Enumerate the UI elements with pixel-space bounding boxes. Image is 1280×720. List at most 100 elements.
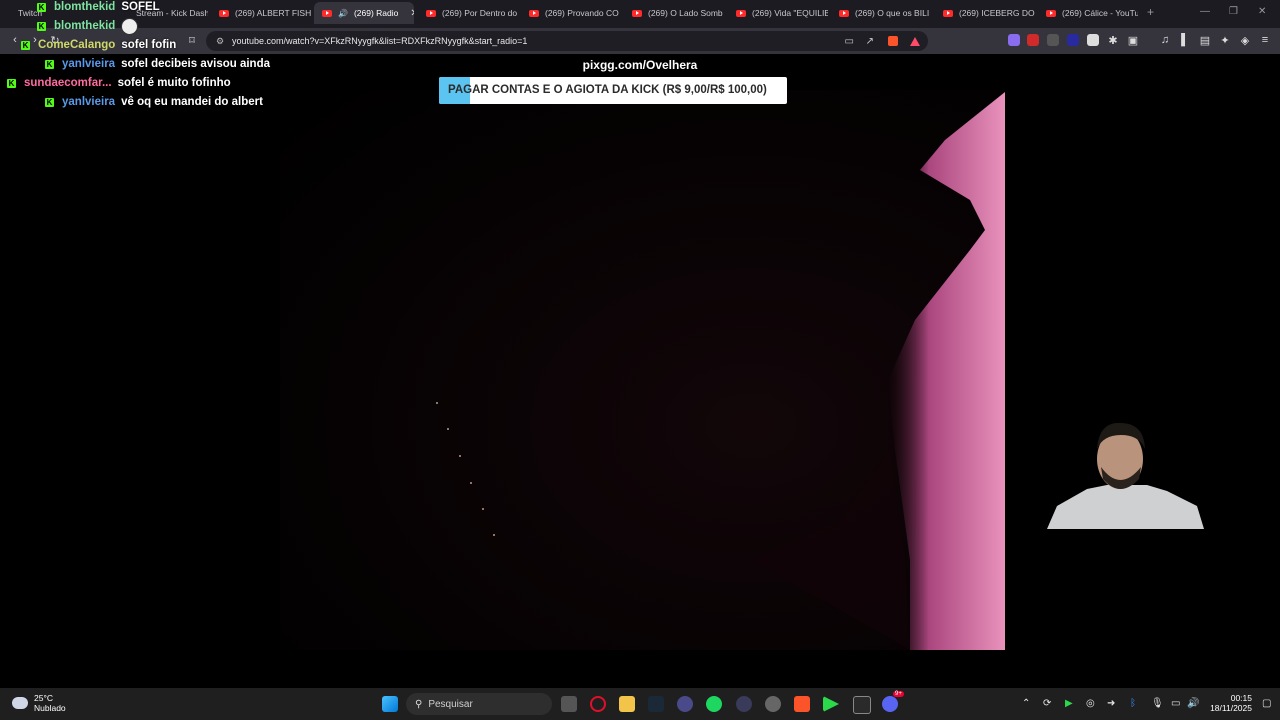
sidebar-icon[interactable]: ▌ — [1178, 33, 1192, 47]
weather-temp: 25°C — [34, 693, 53, 703]
weather-widget[interactable]: 25°C Nublado — [12, 693, 66, 713]
tab-vida-equilibrio[interactable]: (269) Vida "EQUILIB — [728, 2, 828, 24]
brave-rewards-icon[interactable] — [910, 36, 920, 46]
chat-message: K yanlvieira sofel decibeis avisou ainda — [45, 55, 270, 73]
taskbar: 25°C Nublado ⚲ Pesquisar 9+ ⌃ ⟳ ▶ ◎ ➜ ᛒ … — [0, 688, 1280, 720]
tab-por-dentro[interactable]: (269) Por Dentro do — [418, 2, 518, 24]
app-icon[interactable] — [736, 696, 752, 712]
search-placeholder: Pesquisar — [428, 698, 473, 710]
close-window-button[interactable]: ✕ — [1258, 6, 1266, 17]
spotify-icon[interactable] — [706, 696, 722, 712]
opera-icon[interactable] — [590, 696, 606, 712]
tab-label: (269) O Lado Somb — [648, 8, 723, 18]
tab-provando[interactable]: (269) Provando CO — [521, 2, 621, 24]
speaker-icon[interactable]: 🔊 — [338, 9, 348, 18]
start-button[interactable] — [382, 696, 398, 712]
tab-albert-fish[interactable]: (269) ALBERT FISH — [211, 2, 311, 24]
light-dot — [482, 508, 484, 510]
chat-username: yanlvieira — [62, 96, 116, 108]
task-view-icon[interactable] — [561, 696, 577, 712]
clock-time: 00:15 — [1230, 693, 1252, 703]
light-dot — [470, 482, 472, 484]
tab-bilionarios[interactable]: (269) O que os BILI — [831, 2, 931, 24]
app-icon[interactable] — [853, 696, 871, 714]
steam-icon[interactable] — [648, 696, 664, 712]
light-dot — [447, 428, 449, 430]
chat-message: K yanlvieira vê oq eu mandei do albert — [45, 93, 263, 111]
light-dot — [459, 455, 461, 457]
youtube-icon — [322, 9, 332, 17]
obs-icon[interactable] — [765, 696, 781, 712]
streamer-image — [1047, 421, 1204, 529]
light-dot — [493, 534, 495, 536]
tab-lado-sombrio[interactable]: (269) O Lado Somb — [624, 2, 724, 24]
maximize-button[interactable]: ❐ — [1229, 6, 1238, 17]
video-player[interactable] — [280, 90, 1005, 650]
tab-iceberg[interactable]: (269) ICEBERG DO — [935, 2, 1035, 24]
extension-icon[interactable] — [1027, 34, 1039, 46]
network-icon[interactable]: ▭ — [1171, 698, 1180, 709]
light-dot — [436, 402, 438, 404]
kick-badge-icon: K — [37, 21, 46, 31]
back-icon[interactable]: ‹ — [8, 33, 22, 47]
youtube-icon — [529, 9, 539, 17]
bookmark-icon[interactable]: ⌑ — [185, 33, 199, 47]
wallet-icon[interactable]: ▤ — [1198, 33, 1212, 47]
address-bar[interactable]: ⚙ youtube.com/watch?v=XFkzRNyygfk&list=R… — [206, 31, 928, 51]
extension-icon[interactable] — [1087, 34, 1099, 46]
brave-icon[interactable] — [794, 696, 810, 712]
extension-icon[interactable] — [1008, 34, 1020, 46]
tab-radio[interactable]: 🔊 (269) Radio ✕ — [314, 2, 414, 24]
chat-message: K sundaecomfar... sofel é muito fofinho — [7, 74, 231, 92]
close-icon[interactable]: ✕ — [410, 8, 414, 19]
kick-badge-icon: K — [7, 78, 16, 88]
tab-label: (269) Por Dentro do — [442, 8, 518, 18]
chevron-up-icon[interactable]: ⌃ — [1022, 698, 1030, 709]
kick-badge-icon: K — [45, 97, 54, 107]
brave-shields-icon[interactable] — [888, 36, 898, 46]
chat-text: sofel decibeis avisou ainda — [121, 58, 270, 70]
discord-badge: 9+ — [893, 691, 904, 697]
tab-label: (269) Radio — [353, 8, 399, 18]
file-explorer-icon[interactable] — [619, 696, 635, 712]
search-box[interactable]: ⚲ Pesquisar — [406, 693, 552, 715]
app-icon[interactable] — [677, 696, 693, 712]
screenshot-icon[interactable]: ▣ — [1126, 33, 1140, 47]
vpn-icon[interactable]: ◈ — [1238, 33, 1252, 47]
kick-badge-icon: K — [37, 2, 46, 12]
volume-icon[interactable]: 🔊 — [1187, 698, 1199, 709]
music-icon[interactable]: ♫ — [1158, 33, 1172, 47]
play-icon[interactable] — [823, 696, 839, 712]
site-info-icon[interactable]: ⚙ — [216, 36, 224, 47]
play-tray-icon[interactable]: ▶ — [1065, 698, 1073, 709]
youtube-icon — [426, 9, 436, 17]
menu-icon[interactable]: ≡ — [1258, 33, 1272, 47]
discord-icon[interactable] — [882, 696, 898, 712]
notification-icon[interactable]: ▢ — [1262, 698, 1271, 709]
navigation-bar: ‹ › ↻ ⌑ ⚙ youtube.com/watch?v=XFkzRNyygf… — [0, 28, 1280, 54]
tray-app-icon[interactable]: ◎ — [1086, 698, 1095, 709]
chat-message: K ComeCalango sofel fofin — [21, 36, 176, 54]
weather-desc: Nublado — [34, 703, 66, 713]
youtube-icon — [632, 9, 642, 17]
bluetooth-icon[interactable]: ᛒ — [1130, 698, 1136, 709]
chat-username: sundaecomfar... — [24, 77, 112, 89]
stream-view — [0, 54, 1280, 688]
youtube-icon — [839, 9, 849, 17]
tab-calice[interactable]: (269) Cálice - YouTu — [1038, 2, 1138, 24]
new-tab-button[interactable]: + — [1147, 5, 1154, 19]
microphone-icon[interactable]: 🎙 — [1151, 698, 1164, 709]
puzzle-icon[interactable]: ✱ — [1106, 33, 1120, 47]
clock[interactable]: 00:15 18/11/2025 — [1210, 693, 1252, 713]
minimize-button[interactable]: — — [1200, 6, 1210, 17]
ai-icon[interactable]: ✦ — [1218, 33, 1232, 47]
extension-icon[interactable] — [1067, 34, 1079, 46]
share-icon[interactable]: ↗ — [866, 36, 874, 47]
tray-arrow-icon[interactable]: ➜ — [1107, 698, 1115, 709]
webcam-overlay — [1047, 421, 1204, 529]
sync-icon[interactable]: ⟳ — [1043, 698, 1051, 709]
goal-text: PAGAR CONTAS E O AGIOTA DA KICK (R$ 9,00… — [448, 84, 767, 96]
cast-icon[interactable]: ▭ — [845, 36, 854, 47]
extension-icon[interactable] — [1047, 34, 1059, 46]
youtube-icon — [736, 9, 746, 17]
